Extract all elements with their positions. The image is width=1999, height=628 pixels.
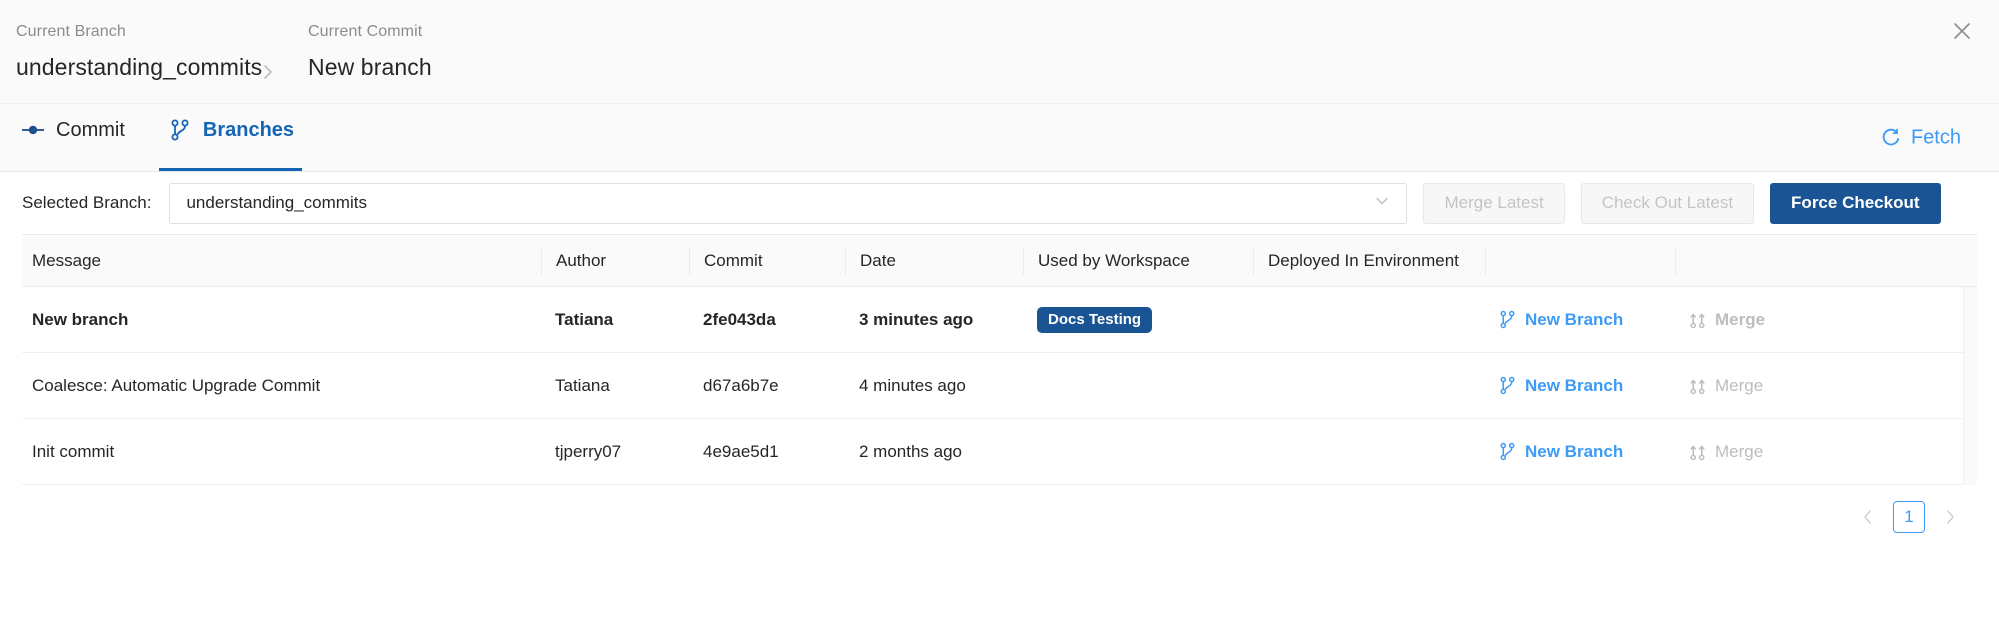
merge-icon	[1689, 376, 1706, 395]
merge-icon	[1689, 310, 1706, 329]
cell-message: New branch	[32, 309, 129, 329]
cell-author: tjperry07	[555, 441, 622, 461]
commit-dot-icon	[22, 119, 44, 141]
column-header-commit: Commit	[689, 246, 845, 275]
fetch-label: Fetch	[1910, 126, 1961, 148]
check-out-latest-button[interactable]: Check Out Latest	[1580, 182, 1755, 224]
pagination-prev-button[interactable]	[1857, 502, 1879, 532]
current-branch-label: Current Branch	[16, 23, 126, 40]
table-row[interactable]: New branch Tatiana 2fe043da 3 minutes ag…	[22, 287, 1977, 353]
column-header-action-2	[1675, 246, 1977, 275]
cell-merge-action: Merge	[1675, 310, 1977, 330]
table-header-row: Message Author Commit Date Used by Works…	[22, 235, 1977, 287]
cell-date: 3 minutes ago	[859, 309, 974, 329]
current-branch-value: understanding_commits	[16, 54, 263, 80]
selected-branch-label: Selected Branch:	[22, 193, 152, 212]
pagination: 1	[0, 485, 1999, 533]
tab-branches[interactable]: Branches	[158, 103, 312, 171]
branch-controls: Selected Branch: understanding_commits M…	[0, 172, 1999, 234]
cell-author: Tatiana	[555, 309, 614, 329]
cell-commit: 4e9ae5d1	[703, 441, 779, 461]
fetch-button[interactable]: Fetch	[1880, 126, 1961, 149]
new-branch-button[interactable]: New Branch	[1499, 376, 1661, 396]
tab-branches-label: Branches	[202, 118, 295, 141]
pagination-next-button[interactable]	[1939, 502, 1961, 532]
cell-date: 2 months ago	[859, 441, 963, 461]
new-branch-label: New Branch	[1525, 441, 1624, 461]
new-branch-label: New Branch	[1525, 375, 1624, 395]
git-branches-panel: Current Branch understanding_commits Cur…	[0, 0, 1999, 628]
column-header-message: Message	[32, 250, 101, 270]
cell-new-branch-action: New Branch	[1485, 376, 1675, 396]
tab-bar: Commit Branches Fetch	[0, 104, 1999, 172]
branch-select[interactable]: understanding_commits	[169, 182, 1408, 224]
force-checkout-button[interactable]: Force Checkout	[1770, 182, 1941, 224]
merge-label: Merge	[1715, 441, 1764, 461]
current-branch-block: Current Branch understanding_commits	[16, 22, 262, 82]
cell-commit: 2fe043da	[703, 309, 776, 329]
table-body: New branch Tatiana 2fe043da 3 minutes ag…	[22, 287, 1977, 485]
branch-icon	[1499, 376, 1516, 395]
status-badge: Docs Testing	[1037, 306, 1153, 333]
branch-icon	[169, 119, 191, 141]
close-icon[interactable]	[1943, 12, 1981, 50]
cell-message: Coalesce: Automatic Upgrade Commit	[32, 375, 321, 395]
table-vertical-scrollbar[interactable]	[1963, 287, 1977, 485]
cell-new-branch-action: New Branch	[1485, 442, 1675, 462]
table-row[interactable]: Coalesce: Automatic Upgrade Commit Tatia…	[22, 353, 1977, 419]
commits-table: Message Author Commit Date Used by Works…	[22, 234, 1977, 485]
branch-select-value: understanding_commits	[186, 193, 367, 212]
branch-icon	[1499, 310, 1516, 329]
cell-merge-action: Merge	[1675, 376, 1977, 396]
current-commit-block: Current Commit New branch	[308, 22, 432, 82]
merge-icon	[1689, 442, 1706, 461]
new-branch-button[interactable]: New Branch	[1499, 442, 1661, 462]
refresh-icon	[1880, 127, 1901, 148]
new-branch-button[interactable]: New Branch	[1499, 310, 1661, 330]
branch-icon	[1499, 442, 1516, 461]
column-header-author: Author	[541, 246, 689, 275]
merge-button[interactable]: Merge	[1689, 376, 1963, 396]
cell-new-branch-action: New Branch	[1485, 310, 1675, 330]
column-header-deployed-in-environment: Deployed In Environment	[1253, 246, 1485, 275]
column-header-used-by-workspace: Used by Workspace	[1023, 246, 1253, 275]
cell-merge-action: Merge	[1675, 442, 1977, 462]
merge-latest-button[interactable]: Merge Latest	[1423, 182, 1565, 224]
current-commit-value: New branch	[308, 54, 432, 80]
panel-header: Current Branch understanding_commits Cur…	[0, 0, 1999, 104]
column-header-action-1	[1485, 246, 1675, 275]
cell-date: 4 minutes ago	[859, 375, 966, 395]
chevron-down-icon	[1372, 191, 1392, 216]
merge-label: Merge	[1715, 309, 1766, 329]
current-commit-label: Current Commit	[308, 23, 423, 40]
tab-commit-label: Commit	[56, 118, 125, 141]
cell-commit: d67a6b7e	[703, 375, 779, 395]
tab-commit[interactable]: Commit	[14, 103, 159, 171]
merge-label: Merge	[1715, 375, 1764, 395]
cell-author: Tatiana	[555, 375, 610, 395]
new-branch-label: New Branch	[1525, 309, 1624, 329]
merge-button[interactable]: Merge	[1689, 310, 1963, 330]
column-header-date: Date	[845, 246, 1023, 275]
pagination-page-1[interactable]: 1	[1893, 501, 1925, 533]
table-row[interactable]: Init commit tjperry07 4e9ae5d1 2 months …	[22, 419, 1977, 485]
cell-message: Init commit	[32, 441, 115, 461]
merge-button[interactable]: Merge	[1689, 442, 1963, 462]
chevron-right-icon	[258, 62, 278, 82]
cell-used-by-workspace: Docs Testing	[1023, 306, 1253, 333]
